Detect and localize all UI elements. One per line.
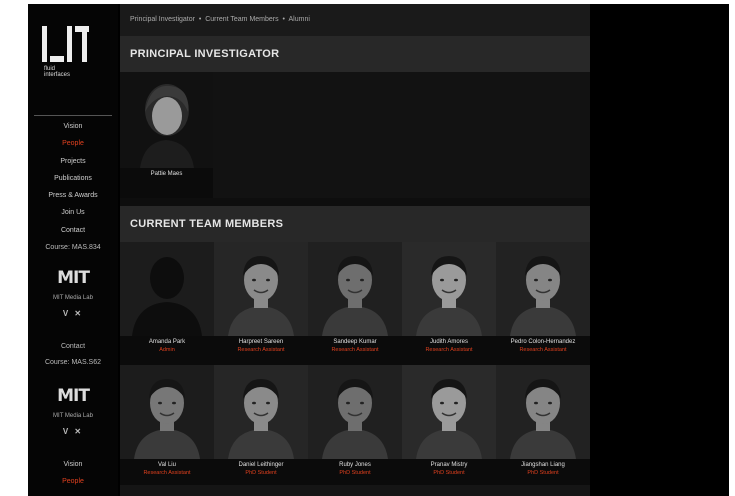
member-name: Daniel Leithinger [238, 462, 284, 468]
course-link[interactable]: Course: MAS.834 [28, 239, 118, 256]
sidebar-item-publications[interactable]: Publications [28, 170, 118, 187]
member-name: Harpreet Sareen [238, 339, 284, 345]
team-member-card[interactable]: Harpreet Sareen Research Assistant [214, 242, 308, 365]
team-member-card[interactable]: Val Liu Research Assistant [120, 365, 214, 485]
member-role: PhD Student [527, 470, 559, 476]
sidebar-item-join-us[interactable]: Join Us [28, 204, 118, 221]
mit-logo-2[interactable]: MIT [28, 387, 118, 405]
member-role: Research Assistant [237, 347, 285, 353]
team-member-card[interactable]: Ruby Jones PhD Student [308, 365, 402, 485]
sidebar-item-projects[interactable]: Projects [28, 153, 118, 170]
sidebar-nav: Vision People Projects Publications Press & … [28, 118, 118, 239]
team-member-card[interactable]: Jiangshan Liang PhD Student [496, 365, 590, 485]
member-photo [402, 242, 496, 336]
team-member-card[interactable]: Amanda Park Admin [120, 242, 214, 365]
social-icons[interactable]: V ✕ [28, 309, 118, 318]
sidebar-item-contact[interactable]: Contact [28, 222, 118, 239]
divider [34, 115, 112, 116]
team-member-card[interactable]: Pedro Colon-Hernandez Research Assistant [496, 242, 590, 365]
member-name: Sandeep Kumar [333, 339, 377, 345]
sidebar-item-people[interactable]: People [28, 135, 118, 152]
member-name: Jiangshan Liang [521, 462, 565, 468]
sidebar-item-press-awards[interactable]: Press & Awards [28, 187, 118, 204]
member-photo [214, 242, 308, 336]
member-role: PhD Student [433, 470, 465, 476]
pi-section-title: PRINCIPAL INVESTIGATOR [120, 36, 590, 72]
member-photo [308, 365, 402, 459]
member-photo [496, 242, 590, 336]
member-name: Judith Amores [429, 339, 469, 345]
mit-logo[interactable]: MIT [28, 269, 118, 287]
member-role: Research Assistant [331, 347, 379, 353]
team-grid: Amanda Park Admin Harpreet Sareen Research … [120, 242, 590, 485]
sidebar-bottom-item-people[interactable]: People [28, 473, 118, 490]
member-photo [214, 365, 308, 459]
logo-mark-icon [42, 26, 106, 62]
sidebar: fluid interfaces Vision People Projects Pub… [28, 4, 118, 496]
member-role: Research Assistant [425, 347, 473, 353]
member-name: Ruby Jones [339, 462, 371, 468]
pi-card[interactable]: Pattie Maes [120, 72, 213, 198]
crumb-alumni[interactable]: Alumni [289, 16, 310, 23]
page: fluid interfaces Vision People Projects Pub… [28, 4, 729, 496]
member-name: Val Liu [158, 462, 176, 468]
member-name: Pedro Colon-Hernandez [510, 339, 576, 345]
member-name: Pranav Mistry [430, 462, 468, 468]
team-member-card[interactable]: Daniel Leithinger PhD Student [214, 365, 308, 485]
team-member-card[interactable]: Sandeep Kumar Research Assistant [308, 242, 402, 365]
member-photo [402, 365, 496, 459]
sidebar-item-vision[interactable]: Vision [28, 118, 118, 135]
pi-area: Pattie Maes [120, 72, 590, 198]
media-lab-label-2[interactable]: MIT Media Lab [28, 413, 118, 419]
team-section-title: CURRENT TEAM MEMBERS [120, 206, 590, 242]
member-role: PhD Student [339, 470, 371, 476]
placeholder-silhouette-icon [120, 242, 214, 336]
logo-text-line2: interfaces [44, 72, 71, 78]
member-role: Admin [159, 347, 175, 353]
social-icons-2[interactable]: V ✕ [28, 427, 118, 436]
contact-link[interactable]: Contact [28, 338, 118, 355]
breadcrumb: Principal Investigator • Current Team Me… [120, 4, 590, 36]
main-content: Principal Investigator • Current Team Me… [120, 4, 590, 496]
course-link-2[interactable]: Course: MAS.S62 [28, 354, 118, 371]
team-member-card[interactable]: Pranav Mistry PhD Student [402, 365, 496, 485]
sidebar-bottom-item-vision[interactable]: Vision [28, 456, 118, 473]
pi-photo [120, 72, 213, 168]
member-role: PhD Student [245, 470, 277, 476]
member-role: Research Assistant [519, 347, 567, 353]
mit-block: MIT MIT Media Lab V ✕ [28, 269, 118, 318]
mit-block-2: MIT MIT Media Lab V ✕ [28, 387, 118, 436]
sidebar-nav-bottom: Vision People [28, 456, 118, 491]
media-lab-label[interactable]: MIT Media Lab [28, 295, 118, 301]
fluid-interfaces-logo[interactable]: fluid interfaces [42, 26, 106, 86]
member-role: Research Assistant [143, 470, 191, 476]
member-photo [120, 365, 214, 459]
pi-name: Pattie Maes [150, 171, 183, 177]
crumb-pi[interactable]: Principal Investigator [130, 16, 195, 23]
team-member-card[interactable]: Judith Amores Research Assistant [402, 242, 496, 365]
member-photo [308, 242, 402, 336]
member-photo [496, 365, 590, 459]
member-name: Amanda Park [148, 339, 186, 345]
crumb-team[interactable]: Current Team Members [205, 16, 278, 23]
